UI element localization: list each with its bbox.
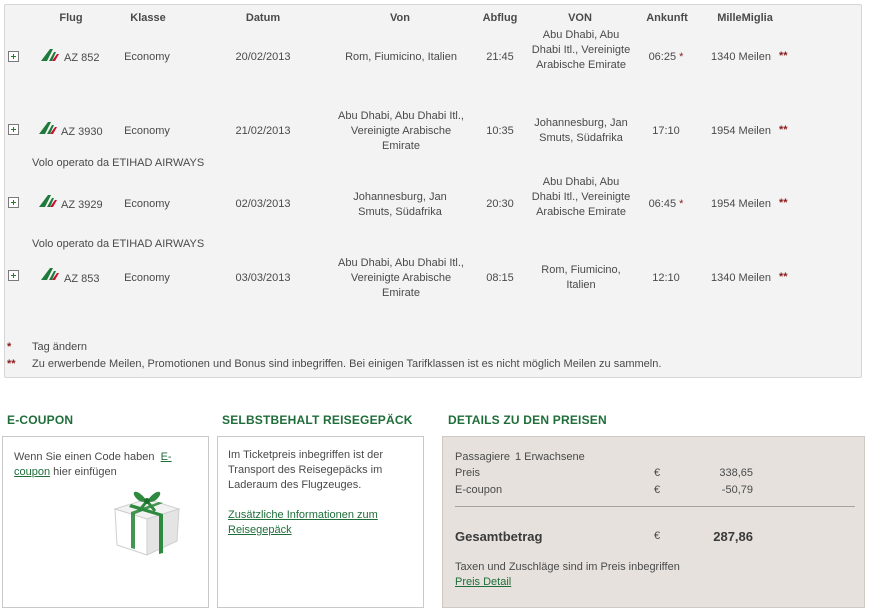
arrival-cell: 06:45 * (648, 198, 684, 210)
from-cell: Abu Dhabi, Abu Dhabi Itl., Vereinigte Ar… (338, 110, 464, 152)
alitalia-logo-icon (39, 122, 57, 134)
expand-plus-icon[interactable] (8, 270, 19, 281)
operated-by-label: Volo operato da ETIHAD AIRWAYS (32, 157, 205, 169)
class-cell: Economy (124, 51, 170, 63)
expand-plus-icon[interactable] (8, 51, 19, 62)
expand-plus-icon[interactable] (8, 197, 19, 208)
class-cell: Economy (124, 272, 170, 284)
arrival-cell: 06:25 * (648, 51, 684, 63)
gift-icon[interactable] (107, 485, 183, 557)
miles-cell: 1954 Meilen (711, 198, 771, 210)
miles-cell: 1954 Meilen (711, 125, 771, 137)
total-label: Gesamtbetrag (455, 529, 543, 544)
departure-cell: 21:45 (486, 51, 514, 63)
baggage-title: SELBSTBEHALT REISEGEPÄCK (222, 413, 413, 427)
to-cell: Johannesburg, Jan Smuts, Südafrika (534, 117, 628, 144)
flight-number: AZ 3930 (61, 126, 103, 138)
departure-cell: 20:30 (486, 198, 514, 210)
to-cell: Rom, Fiumicino, Italien (541, 264, 621, 291)
ecoupon-currency: € (654, 484, 661, 496)
to-cell: Abu Dhabi, Abu Dhabi Itl., Vereinigte Ar… (531, 176, 631, 218)
header-flight: Flug (59, 12, 83, 24)
miles-note-mark: ** (779, 50, 788, 62)
to-cell: Abu Dhabi, Abu Dhabi Itl., Vereinigte Ar… (531, 29, 631, 71)
header-departure: Abflug (482, 12, 518, 24)
miles-note-mark: ** (779, 197, 788, 209)
flight-number: AZ 852 (64, 52, 100, 64)
passengers-label: Passagiere (455, 451, 511, 463)
header-from: Von (390, 12, 410, 24)
prices-title: DETAILS ZU DEN PREISEN (448, 413, 607, 427)
arrival-cell: 12:10 (652, 272, 680, 284)
total-value: 287,86 (713, 529, 753, 544)
ecoupon-text: Wenn Sie einen Code haben E-coupon hier … (14, 451, 172, 478)
header-class: Klasse (130, 12, 166, 24)
miles-note-mark: ** (779, 124, 788, 136)
flight-number: AZ 3929 (61, 199, 103, 211)
departure-cell: 08:15 (486, 272, 514, 284)
date-cell: 20/02/2013 (235, 51, 291, 63)
price-value: 338,65 (719, 467, 753, 479)
from-cell: Abu Dhabi, Abu Dhabi Itl., Vereinigte Ar… (338, 257, 464, 299)
header-arrival: Ankunft (646, 12, 688, 24)
alitalia-logo-icon (41, 268, 59, 280)
price-label: Preis (455, 467, 481, 479)
ecoupon-value: -50,79 (721, 484, 753, 496)
price-details-box: Passagiere 1 Erwachsene Preis € 338,65 E… (442, 436, 865, 608)
miles-note-mark: ** (779, 271, 788, 283)
price-divider (455, 506, 855, 507)
baggage-info-link[interactable]: Zusätzliche Informationen zum Reisegepäc… (228, 508, 403, 538)
date-cell: 21/02/2013 (235, 125, 291, 137)
operated-by-label: Volo operato da ETIHAD AIRWAYS (32, 238, 205, 250)
departure-cell: 10:35 (486, 125, 514, 137)
price-currency: € (654, 467, 661, 479)
date-cell: 02/03/2013 (235, 198, 291, 210)
ecoupon-box: Wenn Sie einen Code haben E-coupon hier … (2, 436, 209, 608)
flight-number: AZ 853 (64, 273, 100, 285)
price-detail-link[interactable]: Preis Detail (455, 576, 511, 588)
note-day-change: Tag ändern (32, 341, 88, 353)
note-miles: Zu erwerbende Meilen, Promotionen und Bo… (32, 358, 662, 370)
header-miles: MilleMiglia (717, 12, 773, 24)
class-cell: Economy (124, 198, 170, 210)
header-to: VON (568, 12, 592, 24)
from-cell: Johannesburg, Jan Smuts, Südafrika (353, 191, 447, 218)
alitalia-logo-icon (41, 49, 59, 61)
baggage-text: Im Ticketpreis inbegriffen ist der Trans… (228, 449, 384, 491)
date-cell: 03/03/2013 (235, 272, 291, 284)
header-date: Datum (245, 12, 281, 24)
note-mark: ** (7, 358, 16, 370)
expand-plus-icon[interactable] (8, 124, 19, 135)
passengers-value: 1 Erwachsene (515, 451, 585, 463)
miles-cell: 1340 Meilen (711, 51, 771, 63)
arrival-cell: 17:10 (652, 125, 680, 137)
miles-cell: 1340 Meilen (711, 272, 771, 284)
taxes-note: Taxen und Zuschläge sind im Preis inbegr… (455, 561, 680, 573)
alitalia-logo-icon (39, 195, 57, 207)
baggage-box: Im Ticketpreis inbegriffen ist der Trans… (217, 436, 424, 608)
ecoupon-title: E-COUPON (7, 413, 74, 427)
from-cell: Rom, Fiumicino, Italien (345, 51, 457, 63)
ecoupon-price-label: E-coupon (455, 484, 503, 496)
class-cell: Economy (124, 125, 170, 137)
total-currency: € (654, 530, 661, 542)
note-mark: * (7, 341, 12, 353)
